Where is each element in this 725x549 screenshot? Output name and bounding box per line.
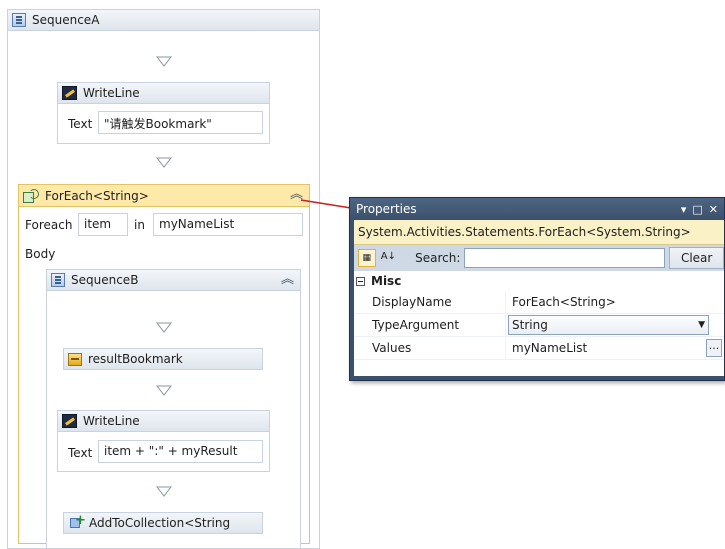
drop-target-arrow-icon[interactable] (156, 322, 172, 333)
writeline-activity-2[interactable]: WriteLine Text item + ":" + myResult (57, 410, 270, 472)
properties-title: Properties (356, 202, 417, 216)
writeline-title-2: WriteLine (83, 414, 140, 428)
foreach-icon (23, 188, 39, 203)
foreach-title: ForEach<String> (45, 188, 149, 203)
foreach-body-label: Body (25, 247, 56, 261)
property-name: TypeArgument (354, 314, 506, 336)
properties-type-name: System.Activities.Statements.ForEach<Sys… (354, 220, 724, 245)
maximize-icon[interactable]: □ (692, 203, 702, 216)
writeline-text-input-1[interactable]: "请触发Bookmark" (98, 111, 263, 134)
sequence-a-header[interactable]: SequenceA (8, 10, 319, 31)
properties-body: System.Activities.Statements.ForEach<Sys… (354, 220, 724, 376)
writeline-header-2[interactable]: WriteLine (58, 411, 269, 432)
bookmark-icon (68, 352, 82, 366)
writeline-activity-1[interactable]: WriteLine Text "请触发Bookmark" (57, 82, 270, 144)
property-row-displayname[interactable]: DisplayName ForEach<String> (354, 291, 724, 314)
foreach-in-label: in (134, 218, 145, 232)
property-value-displayname[interactable]: ForEach<String> (506, 291, 724, 313)
collapse-icon[interactable]: ︽ (281, 273, 294, 286)
properties-title-bar[interactable]: Properties ▾ □ ✕ (350, 198, 724, 220)
dropdown-arrow-icon[interactable]: ▾ (681, 203, 687, 216)
writeline-icon (62, 86, 77, 100)
alphabetical-sort-icon[interactable]: A↓ (380, 249, 398, 267)
category-label: Misc (371, 274, 402, 288)
property-row-values[interactable]: Values myNameList ... (354, 337, 724, 360)
categorized-view-icon[interactable]: ▦ (358, 249, 376, 267)
sequence-icon (12, 13, 26, 27)
category-misc[interactable]: Misc (354, 271, 724, 291)
sequence-a-title: SequenceA (32, 13, 100, 27)
property-value-typeargument[interactable]: String ▼ (506, 314, 724, 336)
type-argument-value: String (512, 318, 548, 332)
foreach-collection-input[interactable]: myNameList (153, 213, 303, 236)
collapse-minus-icon[interactable] (356, 276, 365, 286)
property-value-values[interactable]: myNameList ... (506, 337, 724, 359)
property-name: Values (354, 337, 506, 359)
ellipsis-button[interactable]: ... (706, 339, 722, 357)
chevron-down-icon[interactable]: ▼ (698, 316, 705, 334)
foreach-item-input[interactable]: item (78, 213, 128, 236)
sequence-b-header[interactable]: SequenceB (47, 270, 300, 291)
result-bookmark-activity[interactable]: resultBookmark (63, 348, 263, 370)
drop-target-arrow-icon[interactable] (156, 385, 172, 396)
search-input[interactable] (464, 248, 666, 268)
sequence-b-activity[interactable]: SequenceB ︽ (46, 269, 301, 549)
foreach-label: Foreach (25, 218, 73, 232)
writeline-text-label-1: Text (68, 117, 93, 131)
drop-target-arrow-icon[interactable] (156, 486, 172, 497)
writeline-text-label-2: Text (68, 446, 93, 460)
add-to-collection-activity[interactable]: AddToCollection<String (63, 512, 263, 534)
result-bookmark-title: resultBookmark (88, 352, 183, 366)
property-row-typeargument[interactable]: TypeArgument String ▼ (354, 314, 724, 337)
drop-target-arrow-icon[interactable] (156, 157, 172, 168)
writeline-header-1[interactable]: WriteLine (58, 83, 269, 104)
type-argument-select[interactable]: String ▼ (508, 315, 709, 335)
add-to-collection-title: AddToCollection<String (89, 516, 231, 530)
writeline-icon (62, 414, 77, 428)
clear-button[interactable]: Clear (669, 247, 724, 269)
values-value: myNameList (512, 341, 588, 355)
writeline-text-input-2[interactable]: item + ":" + myResult (98, 440, 263, 463)
properties-window[interactable]: Properties ▾ □ ✕ System.Activities.State… (349, 197, 725, 381)
foreach-header[interactable]: ForEach<String> (19, 185, 309, 207)
sequence-b-title: SequenceB (71, 273, 139, 287)
sequence-icon (51, 273, 65, 287)
writeline-title-1: WriteLine (83, 86, 140, 100)
add-to-collection-icon (68, 513, 86, 530)
drop-target-arrow-icon[interactable] (156, 56, 172, 67)
property-name: DisplayName (354, 291, 506, 313)
properties-toolbar: ▦ A↓ Search: Clear (354, 245, 724, 271)
search-label: Search: (415, 251, 461, 265)
close-icon[interactable]: ✕ (709, 203, 718, 216)
link-line (300, 199, 352, 209)
